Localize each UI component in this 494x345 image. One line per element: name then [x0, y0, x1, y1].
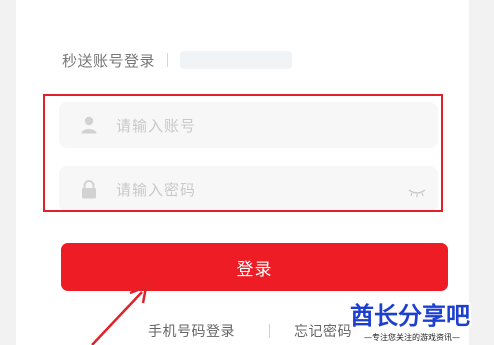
watermark-title: 酋长分享吧: [350, 302, 470, 330]
annotation-arrow: [91, 285, 148, 345]
watermark-subtitle: —专注您关注的游戏资讯—: [364, 333, 460, 342]
watermark: 酋长分享吧 —专注您关注的游戏资讯—: [350, 296, 494, 345]
